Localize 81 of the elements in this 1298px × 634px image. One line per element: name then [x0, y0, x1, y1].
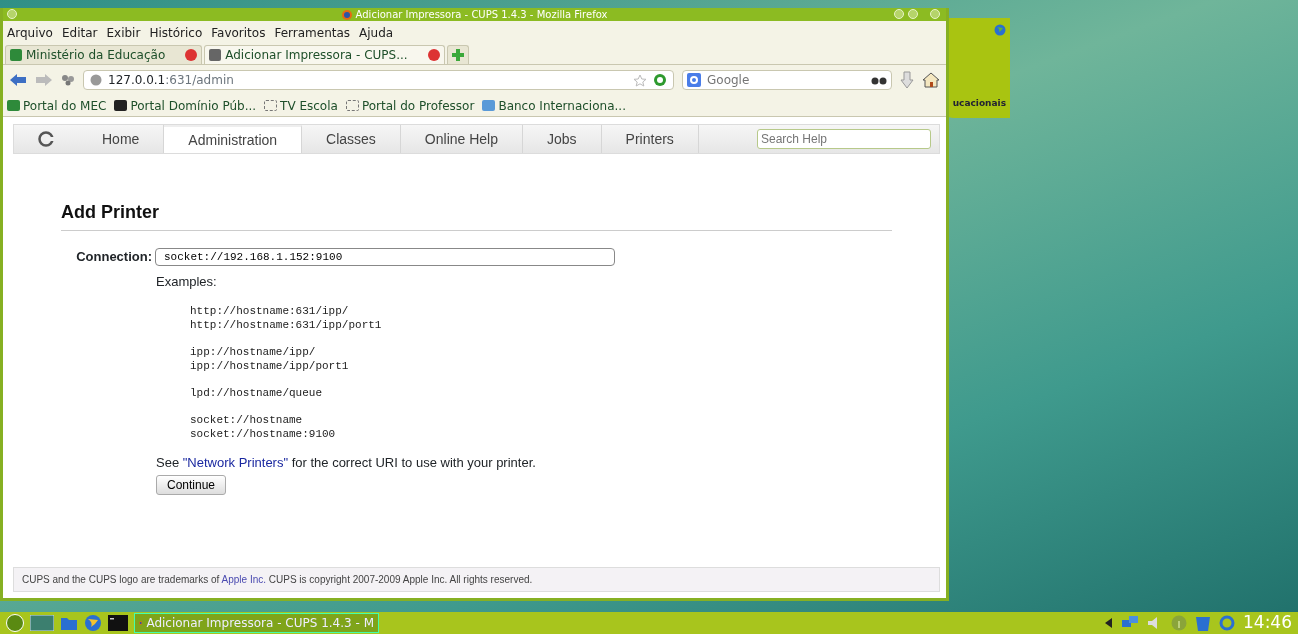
- reload-icon[interactable]: [653, 73, 667, 87]
- globe-icon: [90, 74, 102, 86]
- window-title: Adicionar Impressora - CUPS 1.4.3 - Mozilla Firefox: [355, 8, 608, 22]
- tab-icon: [10, 49, 22, 61]
- plus-icon: [451, 49, 464, 61]
- minimize-icon[interactable]: [894, 9, 904, 19]
- star-icon[interactable]: [633, 73, 647, 87]
- terminal-icon[interactable]: [108, 615, 128, 631]
- browser-tab[interactable]: Ministério da Educação: [5, 45, 203, 64]
- firefox-icon: [341, 9, 352, 20]
- menu-item[interactable]: Arquivo: [7, 24, 53, 42]
- clock: 14:46: [1243, 611, 1292, 634]
- bookmark-icon: [264, 100, 278, 111]
- trash-icon[interactable]: [1195, 615, 1211, 631]
- link[interactable]: Apple Inc.: [221, 574, 267, 585]
- forward-arrow-icon[interactable]: [35, 73, 53, 87]
- example-uri: ipp://hostname/ipp/port1: [190, 359, 350, 373]
- desktop-icon[interactable]: [30, 615, 54, 631]
- browser-tab[interactable]: Adicionar Impressora - CUPS...: [204, 45, 445, 64]
- continue-button[interactable]: Continue: [156, 474, 227, 495]
- home-icon[interactable]: [922, 72, 940, 88]
- help-search-field[interactable]: Search Help: [757, 129, 931, 149]
- example-uri: socket://hostname:9100: [190, 427, 337, 441]
- example-uri: socket://hostname: [190, 413, 304, 427]
- bookmark-link[interactable]: Portal do Professor: [345, 96, 475, 115]
- connection-label: Connection:: [75, 248, 152, 266]
- tab-icon: [209, 49, 222, 61]
- examples-label: Examples:: [156, 272, 217, 291]
- bookmark-link[interactable]: TV Escola: [264, 96, 338, 115]
- bookmark-icon: [114, 100, 128, 111]
- footer-text: CUPS and the CUPS logo are trademarks of Apple Inc. CUPS is copyright 2007-2009 Apple Inc. All rights reserved.: [13, 567, 940, 592]
- example-uri: http://hostname:631/ipp/: [190, 304, 350, 318]
- start-menu-icon[interactable]: [6, 614, 24, 632]
- web-search-field[interactable]: Google: [705, 70, 867, 90]
- bookmark-link[interactable]: Portal Domínio Púb...: [114, 96, 257, 115]
- bookmark-icon: [345, 100, 359, 111]
- bookmark-link[interactable]: Banco Internaciona...: [482, 96, 626, 115]
- menu-item[interactable]: Favoritos: [211, 24, 266, 42]
- download-arrow-icon[interactable]: [900, 71, 914, 89]
- cups-logo-icon[interactable]: [38, 131, 54, 147]
- example-uri: lpd://hostname/queue: [190, 386, 324, 400]
- widget-label: ucacionais: [952, 96, 1006, 110]
- menu-item[interactable]: Editar: [61, 24, 98, 42]
- bookmark-icon: [482, 100, 496, 111]
- bookmark-icon: [7, 100, 20, 111]
- nav-tab[interactable]: Jobs: [523, 125, 602, 153]
- search-engine-icon[interactable]: [687, 73, 701, 87]
- address-bar[interactable]: 127.0.0.1:631/admin: [83, 70, 674, 90]
- nav-tab[interactable]: Printers: [601, 125, 699, 153]
- nav-tab[interactable]: Online Help: [400, 125, 523, 153]
- nav-tab[interactable]: Classes: [302, 125, 401, 153]
- bookmark-link[interactable]: Portal do MEC: [7, 96, 107, 115]
- nav-tab[interactable]: Administration: [164, 125, 303, 153]
- menu-item[interactable]: Ajuda: [359, 24, 394, 42]
- close-icon[interactable]: [930, 9, 940, 19]
- menu-item[interactable]: Histórico: [149, 24, 203, 42]
- globe-icon: [994, 24, 1006, 36]
- web-search-box[interactable]: Google: [682, 70, 892, 90]
- page-heading: Add Printer: [61, 199, 892, 231]
- maximize-icon[interactable]: [908, 9, 918, 19]
- folder-icon[interactable]: [60, 615, 78, 631]
- info-icon[interactable]: [1171, 615, 1187, 631]
- close-tab-icon[interactable]: [427, 49, 440, 61]
- url-host: 127.0.0.1: [108, 73, 166, 87]
- close-tab-icon[interactable]: [185, 49, 198, 61]
- menu-item[interactable]: Exibir: [106, 24, 141, 42]
- example-uri: ipp://hostname/ipp/: [190, 345, 317, 359]
- uri-hint: See "Network Printers" for the correct URI to use with your printer.: [156, 454, 536, 472]
- example-uri: http://hostname:631/ipp/port1: [190, 318, 382, 332]
- url-path: :631/admin: [165, 73, 234, 87]
- history-icon[interactable]: [61, 74, 75, 86]
- binoculars-icon[interactable]: [871, 75, 887, 85]
- connection-field[interactable]: socket://192.168.1.152:9100: [155, 247, 615, 266]
- back-arrow-icon[interactable]: [9, 73, 27, 87]
- globe-icon[interactable]: [84, 614, 102, 632]
- left-arrow-icon[interactable]: [1103, 617, 1113, 629]
- link[interactable]: "Network Printers": [182, 455, 289, 470]
- lifebuoy-icon[interactable]: [1219, 615, 1235, 631]
- menu-item[interactable]: Ferramentas: [274, 24, 351, 42]
- new-tab-button[interactable]: [446, 45, 469, 64]
- window-menu-icon[interactable]: [7, 9, 17, 19]
